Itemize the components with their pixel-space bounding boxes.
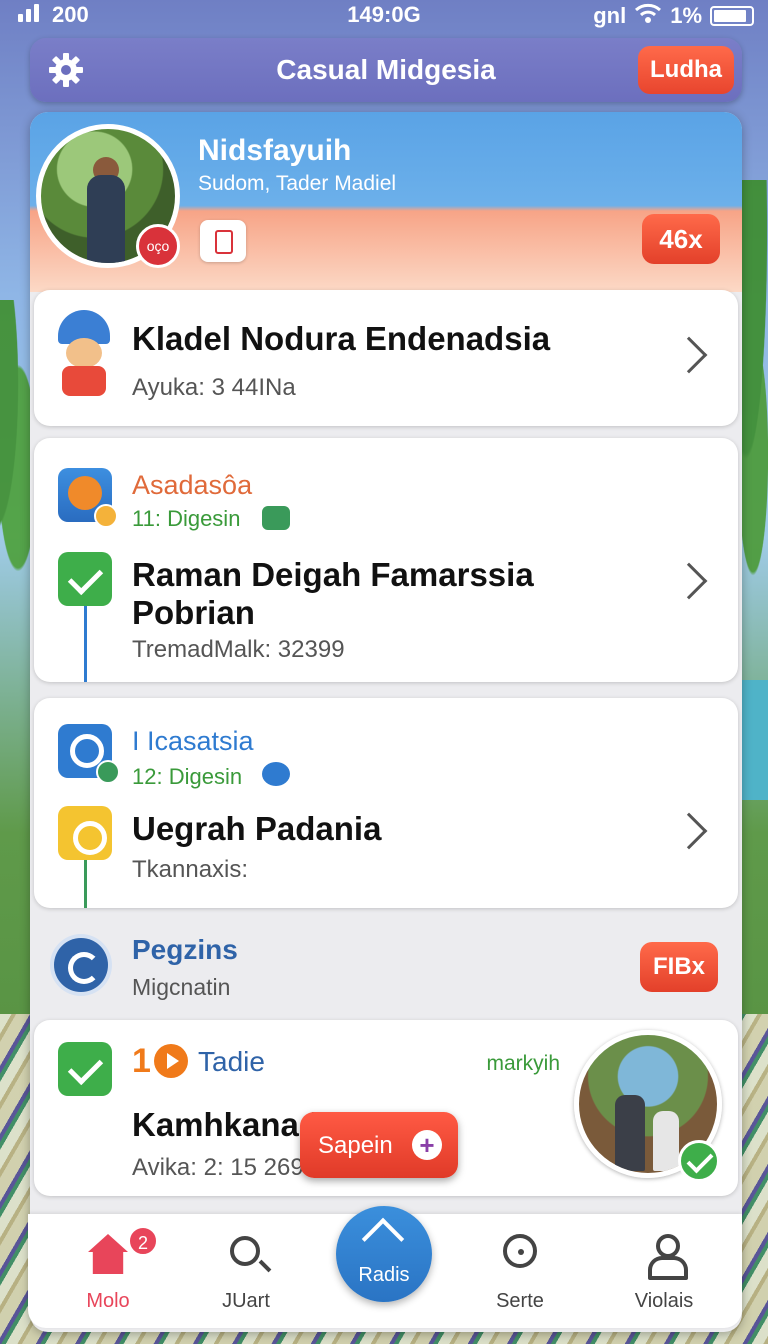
nav-item-profile[interactable]: Violais xyxy=(604,1226,724,1322)
play-badge: 1 xyxy=(132,1042,188,1082)
nav-item-home[interactable]: 2 Molo xyxy=(48,1226,168,1322)
section-subtitle: 12: Digesin xyxy=(132,764,243,789)
bottom-nav: 2 Molo JUart Radis Serte Violais xyxy=(28,1206,742,1328)
search-icon xyxy=(230,1236,260,1266)
card-meta: Ayuka: 3 44INa xyxy=(132,374,296,401)
section-subtitle: Migcnatin xyxy=(132,974,231,1000)
notification-badge: 2 xyxy=(128,1226,158,1256)
check-circle-icon xyxy=(678,1140,720,1182)
fab-label: Sapein xyxy=(318,1132,393,1159)
nav-item-send[interactable]: Radis xyxy=(336,1206,432,1302)
nav-label: Molo xyxy=(86,1290,130,1312)
app-header: Casual Midgesia Ludha xyxy=(30,38,742,102)
card-meta: TremadMalk: 32399 xyxy=(132,636,345,663)
profile-subtitle: Sudom, Tader Madiel xyxy=(198,172,397,195)
mascot-icon xyxy=(54,310,114,402)
card-title-line2: Pobrian xyxy=(132,594,255,631)
timeline-line xyxy=(84,606,87,682)
nav-label: JUart xyxy=(222,1290,270,1312)
nav-item-search[interactable]: JUart xyxy=(186,1226,306,1322)
nav-label: Serte xyxy=(496,1290,544,1312)
card-title: Kladel Nodura Endenadsia xyxy=(132,320,551,357)
chevron-right-icon[interactable] xyxy=(670,562,708,600)
home-icon xyxy=(88,1234,128,1274)
nav-label: Violais xyxy=(634,1290,694,1312)
battery-icon xyxy=(710,6,754,26)
profile-header: oço Nidsfayuih Sudom, Tader Madiel 46x xyxy=(30,112,742,292)
play-icon xyxy=(154,1044,188,1078)
card-title: Uegrah Padania xyxy=(132,810,382,847)
floating-action-button[interactable]: Sapein + xyxy=(300,1112,458,1178)
tag-icon xyxy=(262,506,290,530)
avatar-badge: oço xyxy=(136,224,180,268)
section-title: Pegzins xyxy=(132,934,238,965)
page-title: Casual Midgesia xyxy=(276,54,496,85)
plus-icon: + xyxy=(412,1130,442,1160)
status-right: gnl 1% xyxy=(593,2,754,30)
card-meta: Tkannaxis: xyxy=(132,856,249,883)
chevron-right-icon[interactable] xyxy=(670,812,708,850)
user-icon xyxy=(644,1234,688,1280)
check-icon[interactable] xyxy=(58,1042,112,1096)
nav-item-location[interactable]: Serte xyxy=(460,1226,580,1322)
verified-icon xyxy=(262,762,290,786)
card-meta: Avika: 2: 15 269 xyxy=(132,1154,304,1181)
profile-count-badge[interactable]: 46x xyxy=(642,214,720,264)
badge-number: 1 xyxy=(132,1042,151,1080)
list-card-1[interactable]: Kladel Nodura Endenadsia Ayuka: 3 44INa xyxy=(34,290,738,426)
section-title: Asadasôa xyxy=(132,470,253,500)
send-icon xyxy=(361,1217,405,1261)
status-bar: 200 149:0G gnl 1% xyxy=(0,0,768,30)
card-right-label: markyih xyxy=(486,1052,560,1075)
card-title-line1: Raman Deigah Famarssia xyxy=(132,556,534,593)
carrier-text: gnl xyxy=(593,3,627,28)
section-subtitle: 11: Digesin xyxy=(132,506,241,531)
timeline-line xyxy=(84,860,87,908)
list-card-2[interactable]: Asadasôa 11: Digesin Raman Deigah Famars… xyxy=(34,438,738,682)
card-label: Tadie xyxy=(198,1046,265,1077)
check-icon[interactable] xyxy=(58,552,112,606)
close-icon xyxy=(94,504,118,528)
battery-percent: 1% xyxy=(670,3,702,28)
profile-name: Nidsfayuih xyxy=(198,134,352,167)
wifi-icon xyxy=(634,2,662,30)
list-card-3[interactable]: I Icasatsia 12: Digesin Uegrah Padania T… xyxy=(34,698,738,908)
location-pin-icon xyxy=(503,1234,537,1268)
nav-label: Radis xyxy=(358,1264,410,1286)
header-action-button[interactable]: Ludha xyxy=(638,46,734,94)
badge-icon xyxy=(54,938,108,992)
chevron-right-icon[interactable] xyxy=(670,336,708,374)
gear-icon[interactable] xyxy=(58,806,112,860)
section-count-badge[interactable]: FIBx xyxy=(640,942,718,992)
section-title: I Icasatsia xyxy=(132,726,254,756)
document-icon[interactable] xyxy=(200,220,246,262)
tag-icon xyxy=(96,760,120,784)
